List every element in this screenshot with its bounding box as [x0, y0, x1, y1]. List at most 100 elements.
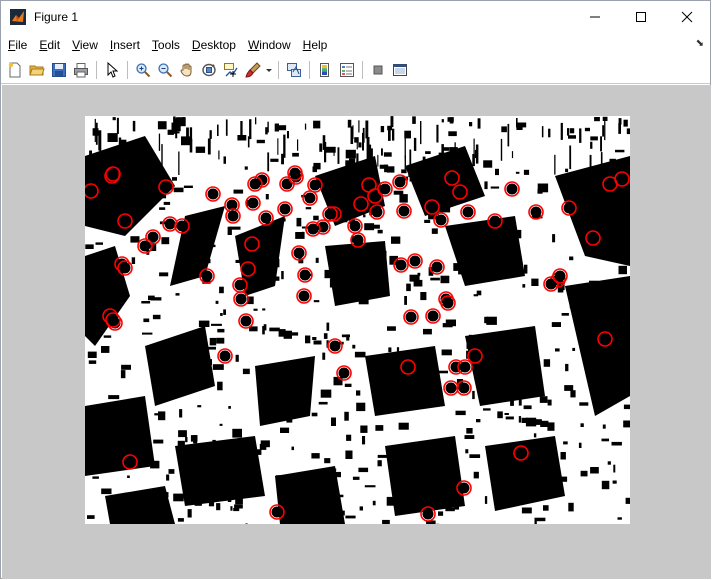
rotate-3d-icon[interactable]	[198, 59, 220, 81]
head-blob	[242, 263, 254, 275]
head-blob	[427, 310, 439, 322]
open-file-icon[interactable]	[26, 59, 48, 81]
save-icon[interactable]	[48, 59, 70, 81]
insert-legend-icon[interactable]	[336, 59, 358, 81]
menubar-overflow-icon[interactable]: ⬊	[696, 38, 704, 49]
head-blob	[446, 172, 458, 184]
head-blob	[219, 350, 231, 362]
head-blob	[398, 205, 410, 217]
head-blob	[489, 215, 501, 227]
head-blob	[247, 197, 259, 209]
head-blob	[246, 238, 258, 250]
menu-bar: File Edit View Insert Tools Desktop Window Help…	[1, 34, 710, 56]
zoom-out-icon[interactable]	[154, 59, 176, 81]
show-plot-tools-icon[interactable]	[389, 59, 411, 81]
pan-hand-icon[interactable]	[176, 59, 198, 81]
head-blob	[604, 178, 616, 190]
menu-edit[interactable]: Edit	[34, 38, 65, 52]
data-cursor-icon[interactable]	[220, 59, 242, 81]
menu-file[interactable]: File	[3, 38, 32, 52]
head-blob	[445, 382, 457, 394]
head-blob	[271, 506, 283, 518]
head-blob	[304, 192, 316, 204]
head-blob	[240, 315, 252, 327]
head-blob	[119, 215, 131, 227]
head-blob	[164, 218, 176, 230]
head-blob	[435, 214, 447, 226]
zoom-in-icon[interactable]	[132, 59, 154, 81]
head-blob	[395, 259, 407, 271]
image-axes[interactable]	[85, 116, 630, 524]
head-blob	[227, 210, 239, 222]
menu-window[interactable]: Window	[243, 38, 296, 52]
head-blob	[379, 183, 391, 195]
head-blob	[563, 202, 575, 214]
head-blob	[324, 208, 336, 220]
close-button[interactable]	[664, 1, 710, 32]
head-blob	[307, 223, 319, 235]
head-blob	[469, 350, 481, 362]
head-blob	[431, 261, 443, 273]
link-plot-icon[interactable]	[283, 59, 305, 81]
toolbar-separator	[96, 61, 97, 79]
head-blob	[402, 361, 414, 373]
head-blob	[124, 456, 136, 468]
head-blob	[279, 203, 291, 215]
head-blob	[599, 333, 611, 345]
head-blob	[119, 262, 131, 274]
head-blob	[298, 290, 310, 302]
head-blob	[616, 173, 628, 185]
head-blob	[355, 198, 367, 210]
head-blob	[299, 269, 311, 281]
head-blob	[530, 206, 542, 218]
head-blob	[107, 168, 119, 180]
binary-image	[85, 116, 630, 524]
head-blob	[201, 270, 213, 282]
head-blob	[506, 183, 518, 195]
menu-view[interactable]: View	[67, 38, 103, 52]
head-blob	[281, 178, 293, 190]
head-blob	[462, 206, 474, 218]
maximize-button[interactable]	[618, 1, 664, 32]
head-blob	[515, 447, 527, 459]
toolbar-separator	[127, 61, 128, 79]
head-blob	[338, 367, 350, 379]
head-blob	[371, 206, 383, 218]
head-blob	[587, 232, 599, 244]
head-blob	[409, 255, 421, 267]
window-title: Figure 1	[34, 9, 79, 24]
figure-toolbar	[1, 57, 710, 84]
matlab-logo-icon	[10, 8, 26, 25]
head-blob	[349, 220, 361, 232]
head-blob	[458, 482, 470, 494]
pointer-icon[interactable]	[101, 59, 123, 81]
head-blob	[459, 361, 471, 373]
brush-icon[interactable]	[242, 59, 264, 81]
head-blob	[293, 247, 305, 259]
toolbar-separator	[362, 61, 363, 79]
head-blob	[458, 382, 470, 394]
head-blob	[329, 340, 341, 352]
head-blob	[554, 270, 566, 282]
head-blob	[139, 240, 151, 252]
head-blob	[309, 179, 321, 191]
head-blob	[176, 220, 188, 232]
head-blob	[442, 297, 454, 309]
menu-insert[interactable]: Insert	[105, 38, 145, 52]
minimize-button[interactable]	[572, 1, 618, 32]
head-blob	[249, 178, 261, 190]
menu-help[interactable]: Help	[298, 38, 333, 52]
head-blob	[160, 181, 172, 193]
figure-canvas	[2, 85, 711, 579]
figure-window: Figure 1 File Edit View Insert Tools Desktop W…	[0, 0, 711, 579]
new-figure-icon[interactable]	[4, 59, 26, 81]
menu-desktop[interactable]: Desktop	[187, 38, 241, 52]
insert-colorbar-icon[interactable]	[314, 59, 336, 81]
print-icon[interactable]	[70, 59, 92, 81]
menu-tools[interactable]: Tools	[147, 38, 185, 52]
brush-dropdown-icon[interactable]	[264, 59, 274, 81]
head-blob	[107, 314, 119, 326]
title-bar[interactable]: Figure 1	[1, 1, 710, 32]
hide-plot-tools-icon[interactable]	[367, 59, 389, 81]
head-blob	[394, 176, 406, 188]
